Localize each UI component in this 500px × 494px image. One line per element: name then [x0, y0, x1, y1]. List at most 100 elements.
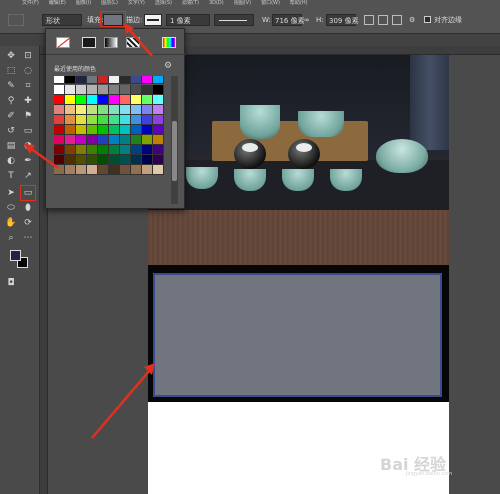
blur-tool-icon[interactable]: ◔ [22, 140, 34, 152]
color-swatch[interactable] [87, 145, 98, 155]
color-swatch[interactable] [87, 165, 98, 175]
color-swatch[interactable] [142, 125, 153, 135]
color-swatch[interactable] [109, 135, 120, 145]
color-swatch[interactable] [153, 105, 164, 115]
color-swatch[interactable] [153, 145, 164, 155]
gear-icon[interactable]: ⚙ [409, 14, 415, 26]
color-swatch[interactable] [109, 145, 120, 155]
color-swatch[interactable] [76, 145, 87, 155]
color-swatch[interactable] [87, 115, 98, 125]
foreground-color-swatch[interactable] [10, 250, 21, 261]
color-swatch[interactable] [153, 165, 164, 175]
color-swatch[interactable] [76, 105, 87, 115]
more-tools-icon[interactable]: ⋯ [22, 232, 34, 244]
color-swatch[interactable] [120, 135, 131, 145]
recent-color-swatch[interactable] [54, 76, 65, 84]
color-swatch[interactable] [142, 135, 153, 145]
color-swatch[interactable] [131, 105, 142, 115]
color-swatch[interactable] [65, 165, 76, 175]
recent-color-swatch[interactable] [120, 76, 131, 84]
color-swatch[interactable] [153, 125, 164, 135]
color-swatch[interactable] [87, 105, 98, 115]
color-swatch[interactable] [109, 85, 120, 95]
color-swatch[interactable] [98, 135, 109, 145]
rotate-view-tool-icon[interactable]: ⟳ [22, 217, 34, 229]
history-brush-tool-icon[interactable]: ↺ [5, 125, 17, 137]
quick-select-tool-icon[interactable]: ✎ [5, 80, 17, 92]
hand-tool-icon[interactable]: ✋ [5, 217, 17, 229]
gradient-tool-icon[interactable]: ▤ [5, 140, 17, 152]
color-swatch[interactable] [54, 115, 65, 125]
dodge-tool-icon[interactable]: ◐ [5, 155, 17, 167]
recent-color-swatch[interactable] [98, 76, 109, 84]
healing-brush-tool-icon[interactable]: ✚ [22, 95, 34, 107]
color-swatch[interactable] [54, 155, 65, 165]
color-swatch[interactable] [54, 95, 65, 105]
color-swatch[interactable] [153, 155, 164, 165]
color-swatch[interactable] [65, 105, 76, 115]
path-select-tool-icon[interactable]: ➤ [5, 187, 17, 199]
stamp-tool-icon[interactable]: ⚑ [22, 110, 34, 122]
color-swatch[interactable] [142, 95, 153, 105]
color-swatch[interactable] [54, 125, 65, 135]
move-tool-icon[interactable]: ✥ [5, 50, 17, 62]
color-swatch[interactable] [98, 155, 109, 165]
link-icon[interactable]: ∞ [304, 14, 310, 26]
align-edges-checkbox[interactable] [424, 16, 431, 23]
color-swatch[interactable] [131, 125, 142, 135]
tool-mode-select[interactable]: 形状 [42, 14, 82, 26]
recent-color-swatch[interactable] [76, 76, 87, 84]
color-swatch[interactable] [109, 165, 120, 175]
recent-color-swatch[interactable] [131, 76, 142, 84]
gradient-button[interactable] [104, 37, 118, 48]
swatch-scroll-thumb[interactable] [172, 121, 177, 181]
eyedropper-tool-icon[interactable]: ⚲ [5, 95, 17, 107]
color-swatch[interactable] [120, 105, 131, 115]
color-swatch[interactable] [109, 155, 120, 165]
color-swatch[interactable] [153, 135, 164, 145]
color-swatch[interactable] [54, 145, 65, 155]
shape-tool-icon[interactable]: ⬮ [22, 202, 34, 214]
path-alignment-icon[interactable] [378, 15, 388, 25]
color-swatch[interactable] [120, 115, 131, 125]
color-swatch[interactable] [142, 165, 153, 175]
color-swatch[interactable] [120, 85, 131, 95]
color-swatch[interactable] [98, 105, 109, 115]
color-swatch[interactable] [142, 85, 153, 95]
pen-tool-icon[interactable]: ✒ [22, 155, 34, 167]
color-swatch[interactable] [109, 125, 120, 135]
color-swatch[interactable] [76, 155, 87, 165]
color-swatch[interactable] [142, 155, 153, 165]
ellipse-tool-icon[interactable]: ⬭ [5, 202, 17, 214]
color-swatch[interactable] [87, 135, 98, 145]
color-swatch[interactable] [131, 165, 142, 175]
color-swatch[interactable] [98, 85, 109, 95]
stroke-width-field[interactable]: 1 像素 [166, 14, 210, 26]
color-swatch[interactable] [76, 85, 87, 95]
rectangle-shape-layer[interactable] [153, 273, 442, 397]
color-picker-button[interactable] [162, 37, 176, 48]
pen-alt-tool-icon[interactable]: ↗ [22, 170, 34, 182]
color-swatch[interactable] [131, 95, 142, 105]
color-swatch[interactable] [109, 115, 120, 125]
recent-color-swatch[interactable] [153, 76, 164, 84]
popup-gear-icon[interactable]: ⚙ [164, 61, 172, 71]
lasso-tool-icon[interactable]: ◌ [22, 65, 34, 77]
color-swatch[interactable] [87, 155, 98, 165]
color-swatch[interactable] [120, 95, 131, 105]
eraser-tool-icon[interactable]: ▭ [22, 125, 34, 137]
color-swatch[interactable] [87, 125, 98, 135]
color-swatch[interactable] [54, 165, 65, 175]
stroke-swatch[interactable] [144, 14, 162, 26]
artboard-tool-icon[interactable]: ⊡ [22, 50, 34, 62]
quick-mask-icon[interactable]: ◘ [5, 277, 17, 289]
width-field[interactable]: 716 像素 [272, 14, 305, 26]
path-operations-icon[interactable] [364, 15, 374, 25]
color-swatch[interactable] [109, 95, 120, 105]
height-field[interactable]: 309 像素 [326, 14, 359, 26]
color-swatch[interactable] [120, 165, 131, 175]
marquee-tool-icon[interactable]: ⬚ [5, 65, 17, 77]
color-swatch[interactable] [98, 115, 109, 125]
color-swatch[interactable] [54, 85, 65, 95]
color-swatch[interactable] [76, 115, 87, 125]
